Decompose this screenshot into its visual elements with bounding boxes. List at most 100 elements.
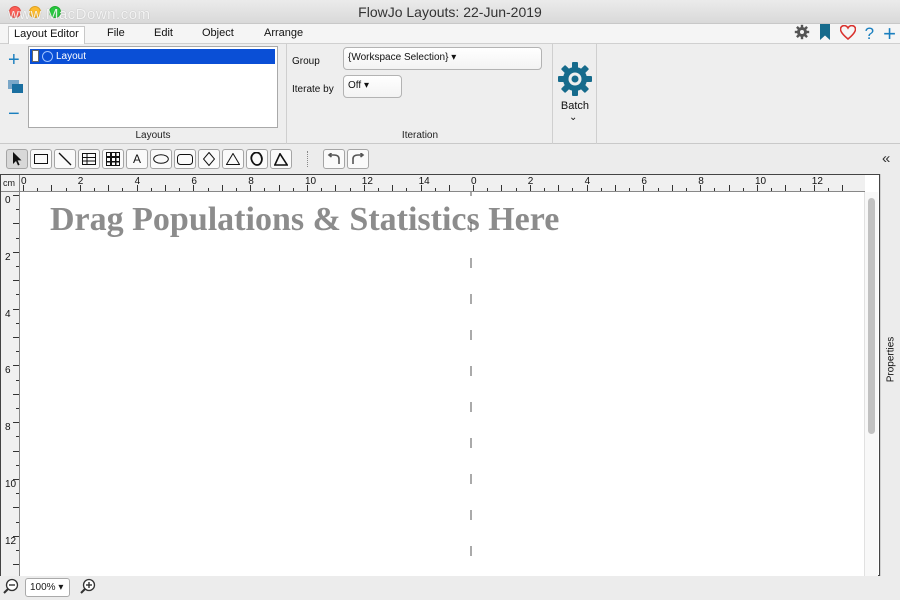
chevron-down-icon[interactable]: ⌄: [569, 112, 577, 123]
ruler-tick: [16, 493, 19, 495]
ruler-label: 6: [641, 176, 647, 187]
ruler-tick: [449, 185, 450, 191]
ribbon-divider: [596, 44, 597, 144]
pointer-tool[interactable]: [6, 149, 28, 169]
chevron-down-icon: ▾: [58, 582, 64, 593]
menu-edit[interactable]: Edit: [154, 27, 173, 39]
undo-button[interactable]: [323, 149, 345, 169]
diamond-tool[interactable]: [198, 149, 220, 169]
ruler-tick: [65, 188, 67, 191]
ruler-tick: [16, 237, 19, 239]
ruler-tick: [16, 436, 19, 438]
drop-zone-placeholder: Drag Populations & Statistics Here: [50, 201, 560, 238]
iteration-section-label: Iteration: [401, 130, 439, 141]
ruler-label: 0: [5, 195, 11, 206]
ruler-tick: [16, 322, 19, 324]
ruler-tick: [16, 294, 19, 296]
ruler-tick: [828, 188, 829, 191]
ruler-tick: [207, 188, 209, 191]
ruler-label: 10: [5, 479, 17, 490]
menu-arrange[interactable]: Arrange: [264, 27, 303, 39]
bookmark-icon[interactable]: [819, 24, 831, 44]
ruler-tick: [165, 185, 166, 191]
ruler-tick: [671, 185, 673, 191]
help-icon[interactable]: ?: [865, 25, 874, 43]
layouts-list[interactable]: Layout: [28, 46, 278, 128]
table-tool[interactable]: [78, 149, 100, 169]
window-title: FlowJo Layouts: 22-Jun-2019: [358, 4, 542, 20]
menu-file[interactable]: File: [107, 27, 125, 39]
remove-layout-button[interactable]: −: [8, 104, 20, 124]
ruler-tick: [13, 365, 19, 367]
curve-tool[interactable]: [246, 149, 268, 169]
line-tool[interactable]: [54, 149, 76, 169]
ruler-tick: [842, 185, 844, 191]
ruler-label: 2: [77, 176, 84, 187]
layout-canvas-frame: cm 0 2 4 6 8 10 12 14 0 2 4 6 8 10 12 0 2 4 6 8 10 12 Drag P…: [0, 174, 880, 576]
batch-label[interactable]: Batch: [553, 100, 597, 112]
zoom-level-select[interactable]: 100% ▾: [25, 578, 70, 597]
heart-icon[interactable]: [839, 24, 856, 44]
ribbon-tab-bar: Layout Editor File Edit Object Arrange: [0, 24, 900, 45]
ruler-tick: [16, 550, 19, 551]
polygon-tool[interactable]: [270, 149, 292, 169]
zoom-in-icon[interactable]: [79, 578, 97, 596]
ruler-tick: [16, 351, 19, 353]
ruler-tick: [150, 188, 152, 191]
triangle-tool[interactable]: [222, 149, 244, 169]
rectangle-tool[interactable]: [30, 149, 52, 169]
add-layout-button[interactable]: +: [8, 50, 20, 70]
scrollbar-thumb[interactable]: [868, 198, 875, 434]
ribbon-divider: [286, 44, 287, 144]
ellipse-tool[interactable]: [150, 149, 172, 169]
plus-icon[interactable]: +: [883, 23, 896, 45]
duplicate-layout-button[interactable]: [8, 78, 24, 98]
ruler-tick: [292, 188, 294, 191]
ruler-tick: [515, 188, 517, 191]
layout-canvas[interactable]: Drag Populations & Statistics Here: [20, 192, 865, 576]
ruler-label: 2: [527, 176, 534, 187]
ruler-tick: [434, 188, 436, 191]
ruler-tick: [378, 188, 379, 191]
ruler-label: 8: [248, 176, 254, 187]
ruler-tick: [615, 185, 616, 191]
ruler-tick: [13, 223, 19, 225]
ruler-label: 4: [134, 176, 141, 187]
tab-layout-editor[interactable]: Layout Editor: [8, 26, 85, 45]
grid-layout-tool[interactable]: [102, 149, 124, 169]
ruler-tick: [686, 188, 687, 191]
vertical-scrollbar[interactable]: [864, 192, 878, 576]
redo-button[interactable]: [347, 149, 369, 169]
ruler-tick: [16, 464, 19, 466]
ruler-tick: [728, 185, 730, 191]
ruler-tick: [629, 188, 631, 191]
list-item[interactable]: Layout: [30, 49, 275, 64]
collapse-panel-button[interactable]: «: [882, 150, 890, 167]
ruler-tick: [16, 209, 19, 211]
drawing-toolbar: A: [0, 145, 880, 173]
ruler-tick: [487, 188, 489, 191]
ruler-tick: [600, 188, 602, 191]
ruler-label: 0: [471, 176, 477, 187]
ruler-tick: [406, 188, 408, 191]
ruler-tick: [264, 188, 266, 191]
rounded-rectangle-tool[interactable]: [174, 149, 196, 169]
ruler-tick: [13, 308, 19, 310]
batch-gear-icon[interactable]: [557, 61, 593, 97]
ruler-tick: [16, 408, 19, 409]
ruler-tick: [94, 188, 95, 191]
ruler-tick: [13, 422, 19, 424]
ruler-tick: [122, 188, 124, 191]
properties-panel-tab[interactable]: Properties: [880, 174, 900, 576]
layout-checkbox[interactable]: [32, 50, 39, 62]
ribbon-divider: [552, 44, 553, 144]
menu-object[interactable]: Object: [202, 27, 234, 39]
ruler-tick: [392, 185, 394, 191]
text-tool[interactable]: A: [126, 149, 148, 169]
iterate-by-dropdown[interactable]: Off ▾: [343, 75, 402, 98]
ruler-tick: [771, 188, 773, 191]
gear-icon[interactable]: [794, 24, 810, 44]
zoom-out-icon[interactable]: [2, 578, 20, 596]
ruler-label: 4: [5, 308, 11, 320]
group-dropdown[interactable]: {Workspace Selection} ▾: [343, 47, 542, 70]
